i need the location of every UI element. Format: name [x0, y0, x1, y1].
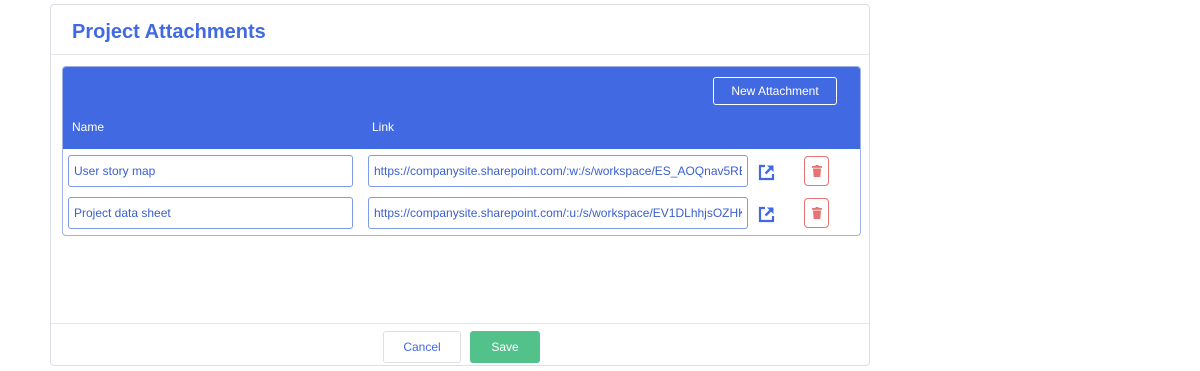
modal-header: Project Attachments: [51, 5, 869, 55]
modal-title: Project Attachments: [72, 21, 266, 43]
attachment-name-input[interactable]: [68, 155, 353, 187]
save-button[interactable]: Save: [470, 331, 540, 363]
trash-icon: [811, 165, 822, 177]
table-row: [63, 197, 860, 231]
column-header-name: Name: [72, 120, 105, 134]
table-row: [63, 155, 860, 189]
table-header: New Attachment Name Link: [63, 67, 860, 149]
column-header-link: Link: [372, 120, 395, 134]
delete-attachment-button[interactable]: [804, 198, 829, 228]
modal-footer: Cancel Save: [51, 323, 869, 365]
trash-icon: [811, 207, 822, 219]
attachment-link-input[interactable]: [368, 155, 748, 187]
external-link-icon[interactable]: [756, 204, 776, 224]
attachment-link-input[interactable]: [368, 197, 748, 229]
attachments-table: New Attachment Name Link: [62, 66, 861, 236]
external-link-icon[interactable]: [756, 162, 776, 182]
attachment-name-input[interactable]: [68, 197, 353, 229]
delete-attachment-button[interactable]: [804, 156, 829, 186]
cancel-button[interactable]: Cancel: [383, 331, 461, 363]
attachments-modal: Project Attachments New Attachment Name …: [50, 4, 870, 366]
new-attachment-button[interactable]: New Attachment: [713, 77, 837, 105]
